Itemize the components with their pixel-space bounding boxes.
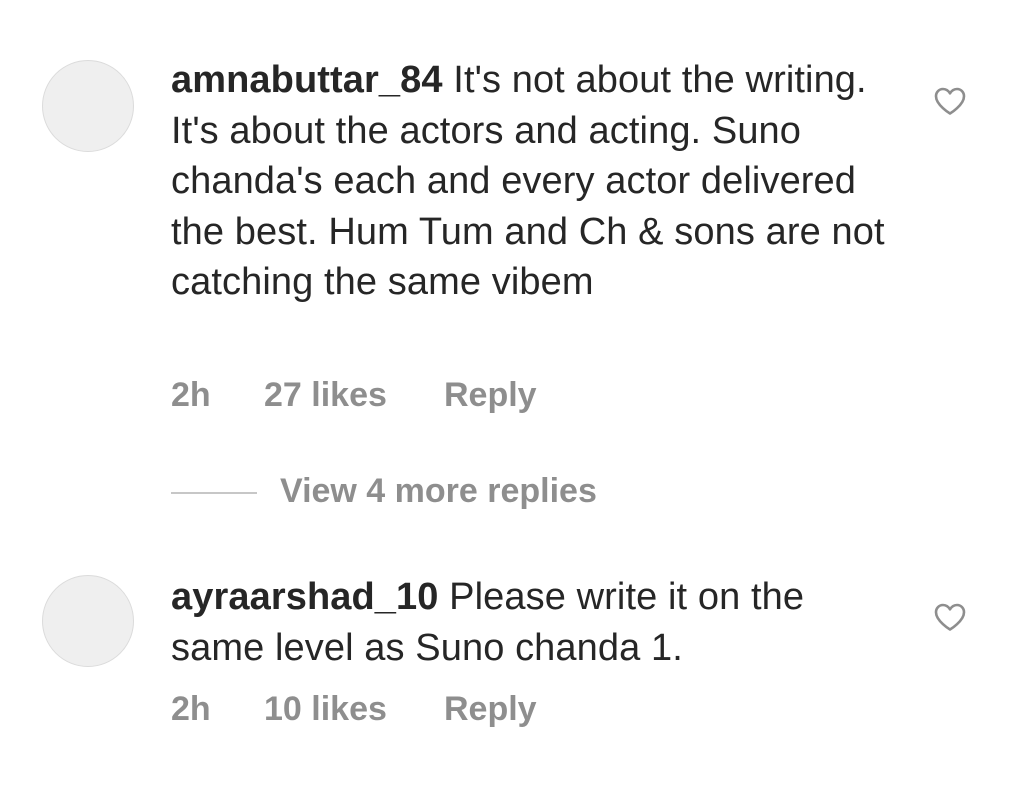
comment-username[interactable]: amnabuttar_84: [171, 59, 443, 101]
avatar[interactable]: [42, 60, 134, 152]
comment-meta: 2h 27 likes Reply: [171, 376, 671, 418]
comment-time: 2h: [171, 690, 211, 728]
comment-body: amnabuttar_84 It's not about the writing…: [171, 55, 891, 308]
comment-item: amnabuttar_84 It's not about the writing…: [0, 0, 1024, 460]
replies-divider: [171, 492, 257, 494]
view-more-replies-label[interactable]: View 4 more replies: [280, 472, 597, 511]
avatar[interactable]: [42, 575, 134, 667]
comment-likes[interactable]: 27 likes: [264, 376, 387, 415]
comment-username[interactable]: ayraarshad_10: [171, 576, 439, 618]
reply-button[interactable]: Reply: [444, 690, 537, 729]
comment-likes[interactable]: 10 likes: [264, 690, 387, 729]
comment-meta: 2h 10 likes Reply: [171, 690, 671, 732]
reply-button[interactable]: Reply: [444, 376, 537, 415]
comment-time: 2h: [171, 376, 211, 414]
view-more-replies[interactable]: View 4 more replies: [171, 472, 771, 516]
heart-icon[interactable]: [933, 602, 967, 632]
heart-icon[interactable]: [933, 86, 967, 116]
comment-body: ayraarshad_10 Please write it on the sam…: [171, 572, 891, 673]
comment-item: ayraarshad_10 Please write it on the sam…: [0, 540, 1024, 795]
